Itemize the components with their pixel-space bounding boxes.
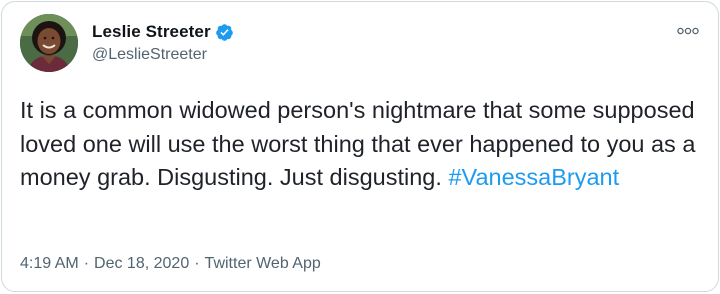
- tweet-card: Leslie Streeter @LeslieStreeter It is a …: [1, 1, 719, 292]
- more-options-icon[interactable]: [676, 22, 700, 40]
- meta-separator: ·: [83, 255, 90, 272]
- author-block: Leslie Streeter @LeslieStreeter: [92, 20, 234, 64]
- tweet-time[interactable]: 4:19 AM: [20, 255, 79, 272]
- tweet-metadata: 4:19 AM · Dec 18, 2020 · Twitter Web App: [20, 255, 321, 273]
- avatar[interactable]: [20, 14, 78, 72]
- tweet-date[interactable]: Dec 18, 2020: [94, 255, 189, 272]
- author-handle[interactable]: @LeslieStreeter: [92, 46, 234, 64]
- tweet-text: It is a common widowed person's nightmar…: [20, 94, 710, 195]
- author-name-row: Leslie Streeter: [92, 20, 234, 44]
- avatar-image: [20, 14, 78, 72]
- verified-badge-icon: [215, 23, 234, 42]
- hashtag-link[interactable]: #VanessaBryant: [448, 164, 619, 190]
- meta-separator: ·: [194, 255, 200, 272]
- tweet-source[interactable]: Twitter Web App: [205, 255, 321, 272]
- author-display-name[interactable]: Leslie Streeter: [92, 22, 211, 42]
